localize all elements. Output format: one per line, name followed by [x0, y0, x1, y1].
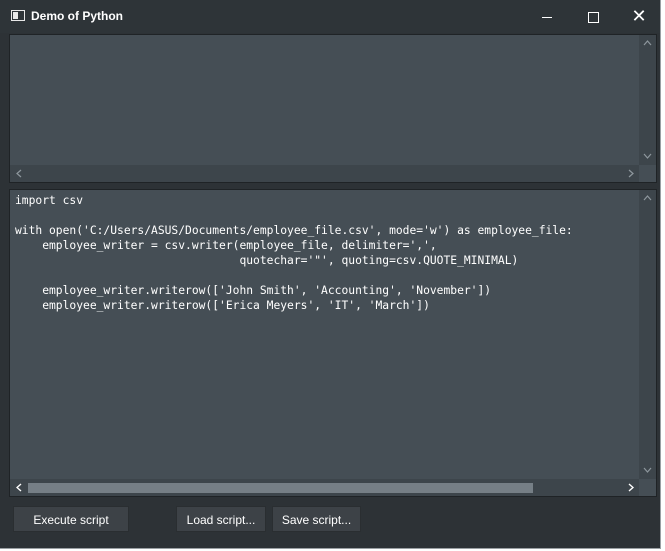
scroll-thumb[interactable]	[28, 483, 533, 493]
output-horizontal-scrollbar[interactable]	[10, 165, 639, 182]
editor-vertical-scrollbar[interactable]	[639, 190, 656, 479]
load-script-button[interactable]: Load script...	[176, 506, 266, 532]
output-pane[interactable]	[9, 34, 657, 183]
scroll-left-icon[interactable]	[10, 479, 27, 496]
maximize-icon	[587, 12, 599, 23]
minimize-icon	[542, 17, 552, 18]
execute-script-button[interactable]: Execute script	[13, 506, 129, 532]
scroll-up-icon[interactable]	[639, 35, 656, 52]
editor-horizontal-scrollbar[interactable]	[10, 479, 639, 496]
scroll-up-icon[interactable]	[639, 190, 656, 207]
close-icon: ✕	[631, 6, 647, 27]
code-line: import csv	[15, 194, 84, 207]
scroll-right-icon[interactable]	[622, 479, 639, 496]
code-editor[interactable]: import csv with open('C:/Users/ASUS/Docu…	[9, 189, 657, 497]
scroll-down-icon[interactable]	[639, 148, 656, 165]
window-title: Demo of Python	[31, 9, 123, 23]
scroll-left-icon[interactable]	[10, 165, 27, 182]
code-line: with open('C:/Users/ASUS/Documents/emplo…	[15, 224, 573, 237]
title-bar[interactable]: Demo of Python ✕	[0, 0, 660, 33]
scroll-down-icon[interactable]	[639, 462, 656, 479]
maximize-button[interactable]	[570, 0, 616, 33]
scroll-right-icon[interactable]	[622, 165, 639, 182]
code-line: employee_writer = csv.writer(employee_fi…	[15, 239, 437, 252]
code-line: employee_writer.writerow(['John Smith', …	[15, 284, 492, 297]
code-line: employee_writer.writerow(['Erica Meyers'…	[15, 299, 430, 312]
save-script-button[interactable]: Save script...	[272, 506, 361, 532]
window-app-icon	[11, 10, 25, 21]
minimize-button[interactable]	[524, 0, 570, 33]
app-window: Demo of Python ✕ import csv with open('C…	[0, 0, 661, 549]
code-text[interactable]: import csv with open('C:/Users/ASUS/Docu…	[15, 193, 573, 313]
close-button[interactable]: ✕	[616, 0, 662, 33]
code-line: quotechar='"', quoting=csv.QUOTE_MINIMAL…	[15, 254, 519, 267]
output-vertical-scrollbar[interactable]	[639, 35, 656, 165]
